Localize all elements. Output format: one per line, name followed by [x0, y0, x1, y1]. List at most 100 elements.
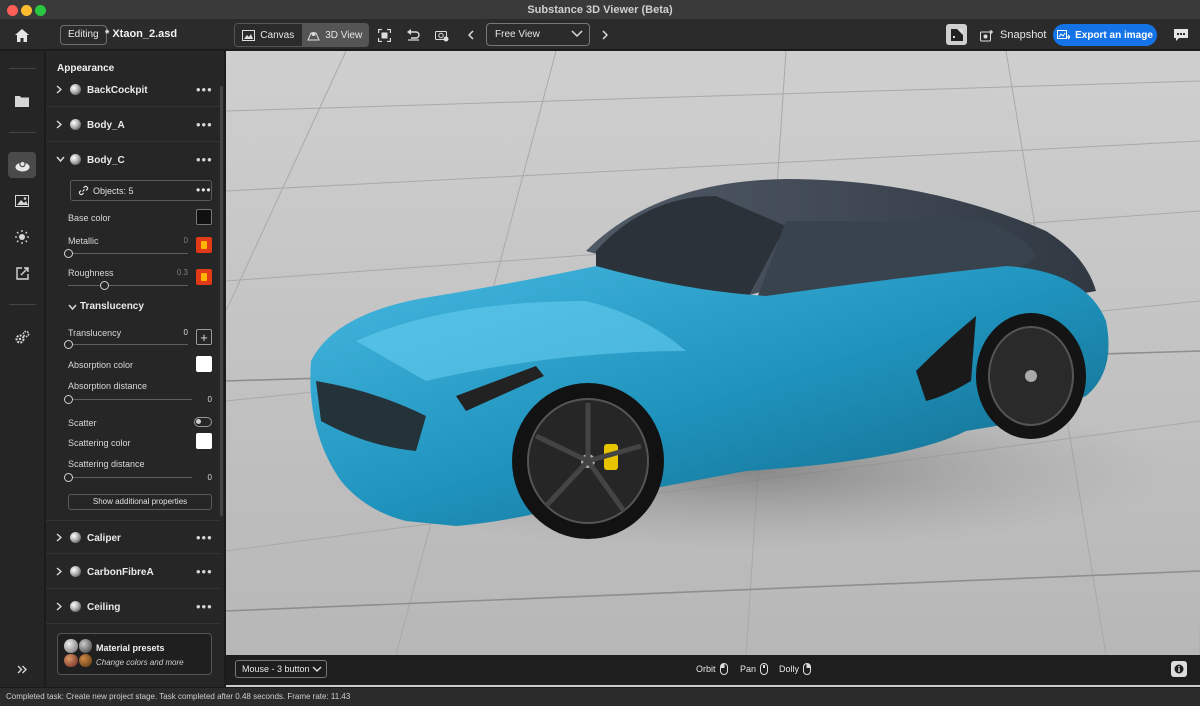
metallic-label: Metallic — [68, 236, 99, 246]
more-options-icon[interactable]: ••• — [196, 152, 213, 167]
chevron-down-icon — [56, 156, 65, 163]
roughness-slider[interactable] — [68, 281, 188, 290]
material-row[interactable]: BackCockpit ••• — [46, 73, 220, 107]
material-row[interactable]: CarbonFibreA ••• — [46, 555, 220, 589]
background-icon — [950, 28, 963, 41]
home-button[interactable] — [8, 25, 36, 45]
snapshot-icon — [980, 29, 993, 41]
panel-scrollbar[interactable] — [220, 86, 223, 516]
3d-scene[interactable] — [226, 51, 1200, 655]
slider-knob[interactable] — [64, 395, 73, 404]
front-wheel[interactable] — [512, 383, 664, 539]
add-translucency-map-button[interactable]: + — [196, 329, 212, 345]
canvas-icon — [242, 29, 256, 41]
camera-view-dropdown[interactable]: Free View — [486, 23, 590, 46]
frame-object-button[interactable] — [374, 25, 394, 45]
scattering-distance-slider[interactable] — [64, 473, 192, 482]
metallic-value: 0 — [183, 236, 188, 245]
rail-files-button[interactable] — [8, 88, 36, 114]
material-sphere-icon — [70, 566, 81, 577]
folder-icon — [15, 96, 29, 107]
scattering-distance-value: 0 — [207, 473, 212, 482]
previous-view-button[interactable] — [464, 25, 478, 45]
scatter-toggle[interactable] — [194, 417, 212, 427]
status-text: Completed task: Create new project stage… — [6, 692, 351, 701]
metallic-map-swatch[interactable] — [196, 237, 212, 253]
material-presets-card[interactable]: Material presets Change colors and more — [57, 633, 212, 675]
slider-knob[interactable] — [100, 281, 109, 290]
slider-knob[interactable] — [64, 473, 73, 482]
link-icon — [78, 185, 89, 196]
3d-view-tab[interactable]: 3D View — [301, 24, 368, 46]
chevron-right-icon — [56, 567, 62, 576]
background-toggle-button[interactable] — [946, 24, 967, 45]
pan-hint: Pan — [740, 663, 769, 675]
mouse-left-icon — [719, 663, 728, 675]
material-row[interactable]: Body_A ••• — [46, 108, 220, 142]
slider-knob[interactable] — [64, 340, 73, 349]
rear-wheel[interactable] — [976, 313, 1086, 439]
more-options-icon[interactable]: ••• — [196, 599, 213, 614]
more-options-icon[interactable]: ••• — [196, 530, 213, 545]
sun-icon — [15, 230, 29, 244]
chevron-right-icon — [56, 85, 62, 94]
roughness-map-swatch[interactable] — [196, 269, 212, 285]
next-view-button[interactable] — [598, 25, 612, 45]
more-options-icon[interactable]: ••• — [196, 82, 213, 97]
canvas-tab[interactable]: Canvas — [235, 24, 302, 46]
metallic-slider[interactable] — [64, 249, 188, 258]
preset-thumbnails — [64, 639, 92, 667]
linked-objects-field[interactable]: Objects: 5 ••• — [70, 180, 212, 201]
absorption-color-swatch[interactable] — [196, 356, 212, 372]
expand-rail-button[interactable] — [8, 659, 36, 679]
snapshot-label: Snapshot — [1000, 29, 1047, 41]
show-additional-properties-button[interactable]: Show additional properties — [68, 494, 212, 510]
view-mode-toggle: Canvas 3D View — [234, 23, 369, 47]
chevron-down-icon[interactable] — [68, 303, 77, 312]
slider-knob[interactable] — [64, 249, 73, 258]
appearance-panel: Appearance BackCockpit ••• Body_A ••• Bo… — [46, 51, 225, 687]
translucency-slider[interactable] — [64, 340, 188, 349]
scatter-label: Scatter — [68, 418, 97, 428]
orbit-hint: Orbit — [696, 663, 728, 675]
base-color-swatch[interactable] — [196, 209, 212, 225]
rail-environment-button[interactable] — [8, 188, 36, 214]
chat-bubble-icon — [1174, 28, 1188, 41]
double-chevron-right-icon — [17, 665, 27, 673]
title-bar: Substance 3D Viewer (Beta) — [0, 0, 1200, 20]
scattering-color-swatch[interactable] — [196, 433, 212, 449]
translucency-section-header[interactable]: Translucency — [80, 301, 144, 312]
material-name: Caliper — [87, 533, 121, 544]
material-row[interactable]: Caliper ••• — [46, 520, 220, 554]
absorption-distance-label: Absorption distance — [68, 381, 148, 391]
absorption-distance-value: 0 — [207, 395, 212, 404]
mouse-right-icon — [803, 663, 812, 675]
mouse-mode-dropdown[interactable]: Mouse - 3 button — [235, 660, 327, 678]
scattering-color-label: Scattering color — [68, 438, 131, 448]
presets-subtitle: Change colors and more — [96, 658, 184, 667]
reset-camera-button[interactable] — [403, 25, 423, 45]
objects-count: Objects: 5 — [93, 186, 134, 196]
more-options-icon[interactable]: ••• — [196, 117, 213, 132]
3d-viewport[interactable]: Mouse - 3 button Orbit Pan Dolly — [226, 51, 1200, 687]
export-image-button[interactable]: Export an image — [1053, 24, 1157, 46]
info-icon — [1174, 664, 1184, 674]
app-window: Substance 3D Viewer (Beta) Editing * Xta… — [0, 0, 1200, 706]
more-options-icon[interactable]: ••• — [196, 183, 212, 197]
mouse-middle-icon — [760, 663, 769, 675]
rail-export-button[interactable] — [8, 260, 36, 286]
rail-lighting-button[interactable] — [8, 224, 36, 250]
material-row-expanded[interactable]: Body_C ••• — [46, 143, 220, 177]
snapshot-button[interactable]: Snapshot — [980, 25, 1046, 45]
rail-divider — [9, 304, 36, 305]
info-button[interactable] — [1171, 661, 1187, 677]
environment-image-icon — [15, 195, 29, 207]
rail-appearance-button[interactable] — [8, 152, 36, 178]
rail-settings-button[interactable] — [8, 324, 36, 350]
more-options-icon[interactable]: ••• — [196, 564, 213, 579]
camera-settings-button[interactable] — [432, 25, 452, 45]
editing-badge: Editing — [60, 25, 107, 45]
material-row[interactable]: Ceiling ••• — [46, 590, 220, 624]
absorption-distance-slider[interactable] — [64, 395, 192, 404]
feedback-button[interactable] — [1171, 25, 1191, 45]
